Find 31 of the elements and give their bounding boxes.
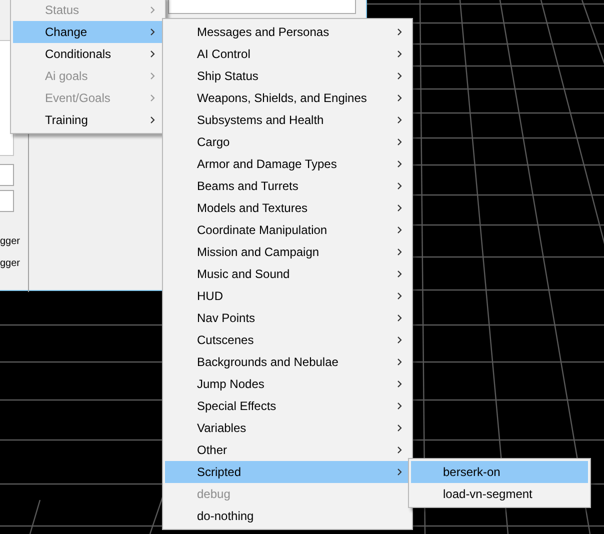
menu-item[interactable]: Ship Status xyxy=(165,65,410,87)
menu-item[interactable]: Backgrounds and Nebulae xyxy=(165,351,410,373)
menu-item[interactable]: HUD xyxy=(165,285,410,307)
menu-item[interactable]: Cargo xyxy=(165,131,410,153)
menu-item[interactable]: do-nothing xyxy=(165,505,410,527)
menu-item[interactable]: load-vn-segment xyxy=(411,483,588,505)
menu-item[interactable]: Scripted xyxy=(165,461,410,483)
menu-item[interactable]: Mission and Campaign xyxy=(165,241,410,263)
menu-item[interactable]: Coordinate Manipulation xyxy=(165,219,410,241)
menu-item[interactable]: Messages and Personas xyxy=(165,21,410,43)
menu-item[interactable]: Nav Points xyxy=(165,307,410,329)
menu-item[interactable]: Cutscenes xyxy=(165,329,410,351)
menu-item[interactable]: Armor and Damage Types xyxy=(165,153,410,175)
menu-item[interactable]: Music and Sound xyxy=(165,263,410,285)
menu-item[interactable]: Variables xyxy=(165,417,410,439)
checkbox-label: gger xyxy=(0,235,20,249)
menu-item[interactable]: berserk-on xyxy=(411,461,588,483)
menu-item[interactable]: Jump Nodes xyxy=(165,373,410,395)
menu-item[interactable]: AI Control xyxy=(165,43,410,65)
menu-item[interactable]: Subsystems and Health xyxy=(165,109,410,131)
menu-item[interactable]: Models and Textures xyxy=(165,197,410,219)
checkbox-label: gger xyxy=(0,257,20,271)
menu-item[interactable]: Weapons, Shields, and Engines xyxy=(165,87,410,109)
menu-item[interactable]: Other xyxy=(165,439,410,461)
input-field[interactable] xyxy=(0,164,14,186)
menu-item[interactable]: Change xyxy=(13,21,163,43)
input-field[interactable] xyxy=(0,190,14,212)
menu-item[interactable]: Conditionals xyxy=(13,43,163,65)
menu-item[interactable]: Training xyxy=(13,109,163,131)
menu-item[interactable]: Special Effects xyxy=(165,395,410,417)
menu-item[interactable]: Beams and Turrets xyxy=(165,175,410,197)
